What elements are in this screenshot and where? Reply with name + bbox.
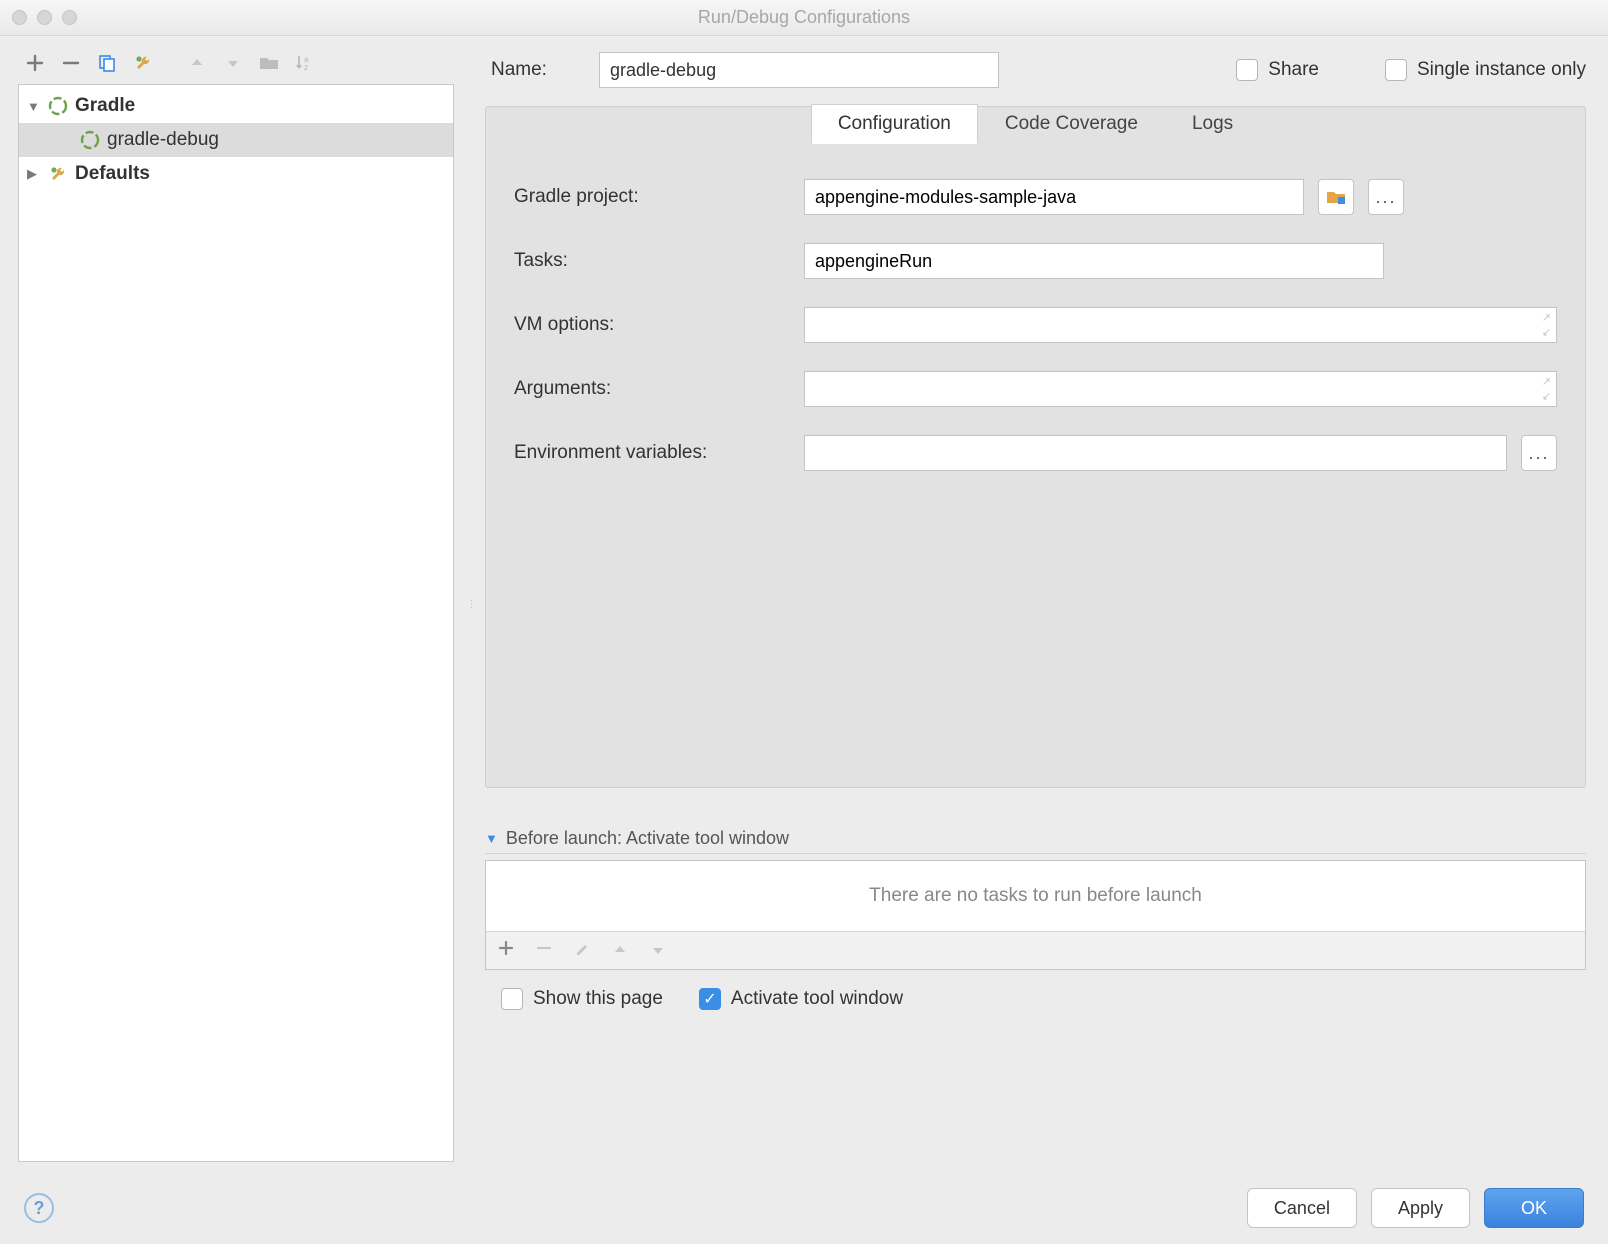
name-input[interactable] [599, 52, 999, 88]
activate-tool-window-label: Activate tool window [731, 988, 903, 1010]
edit-task-button[interactable] [572, 940, 592, 961]
gradle-icon [79, 129, 101, 151]
vm-options-label: VM options: [514, 314, 804, 336]
move-down-button[interactable] [220, 50, 246, 76]
folder-icon [1326, 189, 1346, 205]
expand-caret-icon[interactable]: ▶ [27, 166, 41, 182]
configurations-tree[interactable]: ▼ Gradle gradle-debug ▶ Defaults [18, 84, 454, 1162]
apply-button[interactable]: Apply [1371, 1188, 1470, 1228]
dialog-footer: ? Cancel Apply OK [0, 1172, 1608, 1244]
tree-label: Defaults [75, 163, 150, 185]
expand-icon[interactable]: ↗ [1542, 375, 1551, 388]
window-title: Run/Debug Configurations [0, 7, 1608, 28]
gradle-project-label: Gradle project: [514, 186, 804, 208]
wrench-icon [47, 163, 69, 185]
expand-caret-icon[interactable]: ▼ [27, 99, 41, 114]
remove-task-button[interactable] [534, 940, 554, 961]
move-task-up-button[interactable] [610, 941, 630, 961]
tree-label: gradle-debug [107, 129, 219, 151]
browse-project-button[interactable] [1318, 179, 1354, 215]
checkbox-checked-icon: ✓ [699, 988, 721, 1010]
show-this-page-checkbox[interactable]: Show this page [501, 988, 663, 1010]
env-vars-browse-button[interactable]: ... [1521, 435, 1557, 471]
expand-icon[interactable]: ↗ [1542, 326, 1551, 339]
tasks-label: Tasks: [514, 250, 804, 272]
configuration-content: Name: Share Single instance only Configu… [475, 36, 1608, 1172]
arguments-input[interactable] [804, 371, 1557, 407]
before-launch-tasks-box: There are no tasks to run before launch [485, 860, 1586, 970]
share-label: Share [1268, 59, 1319, 81]
env-vars-input[interactable] [804, 435, 1507, 471]
before-launch-empty-text: There are no tasks to run before launch [486, 861, 1585, 931]
single-instance-label: Single instance only [1417, 59, 1586, 81]
tree-node-gradle-debug[interactable]: gradle-debug [19, 123, 453, 157]
checkbox-icon [501, 988, 523, 1010]
folder-filter-button[interactable] [256, 50, 282, 76]
add-configuration-button[interactable] [22, 50, 48, 76]
expand-icon[interactable]: ↗ [1542, 311, 1551, 324]
tab-configuration[interactable]: Configuration [811, 104, 978, 144]
vm-options-input[interactable] [804, 307, 1557, 343]
ok-button[interactable]: OK [1484, 1188, 1584, 1228]
tree-label: Gradle [75, 95, 135, 117]
add-task-button[interactable] [496, 940, 516, 961]
tasks-input[interactable] [804, 243, 1384, 279]
edit-defaults-button[interactable] [130, 50, 156, 76]
titlebar: Run/Debug Configurations [0, 0, 1608, 36]
chevron-down-icon: ▼ [485, 831, 498, 846]
sort-alpha-button[interactable]: az [292, 50, 318, 76]
before-launch-section: ▼ Before launch: Activate tool window Th… [485, 828, 1586, 1010]
remove-configuration-button[interactable] [58, 50, 84, 76]
gradle-icon [47, 95, 69, 117]
env-vars-label: Environment variables: [514, 442, 804, 464]
move-task-down-button[interactable] [648, 941, 668, 961]
arguments-label: Arguments: [514, 378, 804, 400]
name-label: Name: [491, 59, 581, 81]
tab-code-coverage[interactable]: Code Coverage [978, 104, 1165, 144]
more-options-button[interactable]: ... [1368, 179, 1404, 215]
splitter[interactable] [468, 36, 475, 1172]
activate-tool-window-checkbox[interactable]: ✓ Activate tool window [699, 988, 903, 1010]
tab-bar: Configuration Code Coverage Logs [486, 105, 1585, 145]
checkbox-icon [1236, 59, 1258, 81]
help-button[interactable]: ? [24, 1193, 54, 1223]
move-up-button[interactable] [184, 50, 210, 76]
configuration-tabs-panel: Configuration Code Coverage Logs Gradle … [485, 106, 1586, 788]
before-launch-toolbar [486, 931, 1585, 969]
before-launch-header[interactable]: ▼ Before launch: Activate tool window [485, 828, 1586, 854]
share-checkbox[interactable]: Share [1236, 59, 1319, 81]
tree-node-defaults[interactable]: ▶ Defaults [19, 157, 453, 191]
single-instance-checkbox[interactable]: Single instance only [1385, 59, 1586, 81]
show-this-page-label: Show this page [533, 988, 663, 1010]
cancel-button[interactable]: Cancel [1247, 1188, 1357, 1228]
tab-logs[interactable]: Logs [1165, 104, 1260, 144]
configurations-sidebar: az ▼ Gradle gradle-debug ▶ [0, 36, 468, 1172]
copy-configuration-button[interactable] [94, 50, 120, 76]
gradle-project-input[interactable] [804, 179, 1304, 215]
svg-text:z: z [304, 63, 308, 72]
tree-node-gradle[interactable]: ▼ Gradle [19, 89, 453, 123]
checkbox-icon [1385, 59, 1407, 81]
before-launch-title: Before launch: Activate tool window [506, 828, 789, 849]
sidebar-toolbar: az [18, 46, 454, 84]
expand-icon[interactable]: ↗ [1542, 390, 1551, 403]
